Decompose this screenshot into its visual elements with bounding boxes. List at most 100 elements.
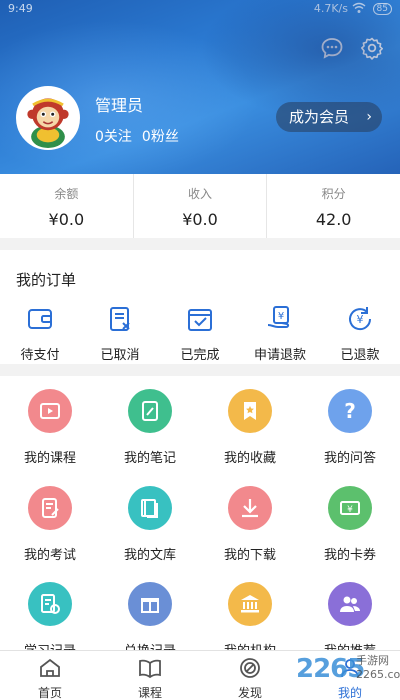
order-label: 申请退款 [253, 348, 306, 363]
member-button-label: 成为会员 [289, 108, 350, 126]
watermark-url: 2265.com [356, 668, 400, 681]
account-stats: 余额 ¥0.0 收入 ¥0.0 积分 42.0 [0, 174, 400, 238]
grid-item-label: 我的机构 [200, 640, 300, 650]
tab-courses[interactable]: 课程 [100, 651, 200, 700]
library-icon [128, 486, 172, 530]
grid-item-my-institution[interactable]: 我的机构 [200, 582, 300, 650]
grid-item-my-exams[interactable]: 我的考试 [0, 486, 100, 563]
feature-grid: 我的课程 我的笔记 我的收藏 ? 我的问答 我的考试 我的文库 我的下载 ¥ 我… [0, 376, 400, 650]
settings-gear-icon[interactable] [360, 36, 384, 60]
tab-label: 课程 [137, 686, 162, 700]
refunded-yen-icon: ¥ [345, 307, 375, 338]
home-icon [38, 658, 62, 684]
people-icon [328, 582, 372, 626]
note-icon [128, 389, 172, 433]
svg-text:¥: ¥ [357, 313, 364, 326]
tab-label: 发现 [237, 686, 262, 700]
stat-value: 42.0 [315, 210, 352, 229]
grid-item-label: 学习记录 [0, 640, 100, 650]
order-label: 已完成 [180, 348, 220, 363]
chevron-right-icon: › [366, 109, 372, 125]
study-record-icon [28, 582, 72, 626]
stat-balance[interactable]: 余额 ¥0.0 [0, 174, 133, 238]
site-watermark: 2265 手游网 2265.com [296, 648, 400, 700]
stat-label: 收入 [188, 187, 213, 201]
cancelled-doc-icon [105, 307, 135, 338]
calendar-check-icon [185, 309, 215, 338]
grid-item-my-qa[interactable]: ? 我的问答 [300, 389, 400, 466]
grid-row: 我的课程 我的笔记 我的收藏 ? 我的问答 [0, 389, 400, 466]
watermark-sub: 手游网 [356, 654, 389, 667]
avatar[interactable] [16, 86, 80, 150]
grid-item-my-library[interactable]: 我的文库 [100, 486, 200, 563]
svg-text:¥: ¥ [347, 505, 353, 515]
fans-count[interactable]: 0粉丝 [142, 129, 179, 145]
order-cancelled[interactable]: 已取消 [80, 304, 160, 363]
grid-item-label: 我的卡券 [323, 548, 376, 563]
play-icon [28, 389, 72, 433]
grid-item-my-referrals[interactable]: 我的推荐 [300, 582, 400, 650]
grid-item-my-coupons[interactable]: ¥ 我的卡券 [300, 486, 400, 563]
username: 管理员 [95, 96, 144, 115]
grid-item-my-notes[interactable]: 我的笔记 [100, 389, 200, 466]
order-label: 已退款 [340, 348, 380, 363]
gift-icon [128, 582, 172, 626]
grid-item-study-records[interactable]: 学习记录 [0, 582, 100, 650]
watermark-brand: 2265 [296, 654, 365, 684]
institution-icon [228, 582, 272, 626]
grid-item-label: 我的下载 [223, 548, 276, 563]
battery-indicator: 85 [372, 3, 392, 15]
grid-row: 学习记录 兑换记录 我的机构 我的推荐 [0, 582, 400, 650]
stat-value: ¥0.0 [182, 210, 218, 229]
order-completed[interactable]: 已完成 [160, 304, 240, 363]
grid-item-label: 我的考试 [23, 548, 76, 563]
status-speed: 4.7K/s [313, 2, 348, 15]
book-icon [138, 659, 162, 684]
svg-text:?: ? [344, 399, 356, 423]
coupon-icon: ¥ [328, 486, 372, 530]
follow-stats: 0关注 0粉丝 [95, 126, 189, 146]
exam-icon [28, 486, 72, 530]
message-icon[interactable] [320, 36, 344, 60]
grid-item-label: 兑换记录 [100, 640, 200, 650]
my-orders-section: 我的订单 待支付 已取消 已完成 ¥ 申请退款 ¥ 已退款 [0, 250, 400, 364]
order-label: 已取消 [100, 348, 140, 363]
compass-icon [238, 658, 262, 684]
grid-item-label: 我的问答 [323, 451, 376, 466]
stat-points[interactable]: 积分 42.0 [266, 174, 400, 238]
grid-item-label: 我的收藏 [223, 451, 276, 466]
bookmark-star-icon [228, 389, 272, 433]
wifi-icon [352, 2, 366, 17]
grid-item-label: 我的笔记 [123, 451, 176, 466]
download-icon [228, 486, 272, 530]
profile-header: 9:49 4.7K/s 85 管理员 0关注 0粉丝 成为会员 › [0, 0, 400, 174]
following-count[interactable]: 0关注 [95, 129, 132, 145]
stat-label: 积分 [321, 187, 346, 201]
stat-income[interactable]: 收入 ¥0.0 [132, 174, 267, 238]
order-refund-request[interactable]: ¥ 申请退款 [240, 304, 320, 363]
tab-label: 首页 [37, 686, 62, 700]
stat-value: ¥0.0 [48, 210, 85, 229]
orders-title: 我的订单 [16, 271, 77, 289]
grid-item-my-favorites[interactable]: 我的收藏 [200, 389, 300, 466]
tab-discover[interactable]: 发现 [200, 651, 300, 700]
stat-label: 余额 [54, 187, 79, 201]
become-member-button[interactable]: 成为会员 › [276, 102, 382, 132]
order-label: 待支付 [20, 348, 60, 363]
question-icon: ? [328, 389, 372, 433]
grid-item-label: 我的文库 [123, 548, 176, 563]
refund-request-icon: ¥ [265, 306, 295, 338]
grid-item-my-courses[interactable]: 我的课程 [0, 389, 100, 466]
grid-item-my-downloads[interactable]: 我的下载 [200, 486, 300, 563]
status-time: 9:49 [8, 2, 33, 15]
svg-text:¥: ¥ [278, 311, 284, 322]
order-status-row: 待支付 已取消 已完成 ¥ 申请退款 ¥ 已退款 [0, 304, 400, 363]
grid-item-redeem-records[interactable]: 兑换记录 [100, 582, 200, 650]
wallet-icon [25, 309, 55, 338]
grid-item-label: 我的课程 [23, 451, 76, 466]
grid-row: 我的考试 我的文库 我的下载 ¥ 我的卡券 [0, 486, 400, 563]
order-pending-payment[interactable]: 待支付 [0, 304, 80, 363]
tab-home[interactable]: 首页 [0, 651, 100, 700]
order-refunded[interactable]: ¥ 已退款 [320, 304, 400, 363]
status-bar: 9:49 4.7K/s 85 [0, 0, 400, 18]
